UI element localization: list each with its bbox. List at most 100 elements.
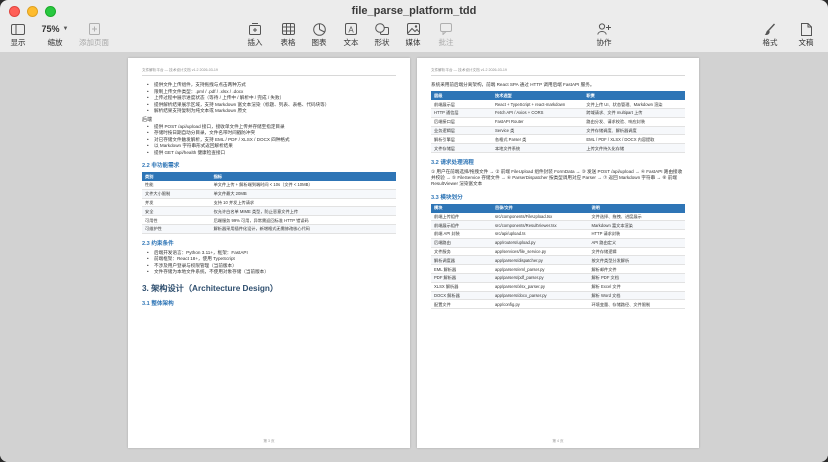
table-cell: EML / PDF / XLSX / DOCX 内容提取: [583, 134, 685, 145]
table-cell: app/parsers/dispatcher.py: [491, 255, 589, 266]
table-header-row: 类别 指标: [142, 172, 396, 181]
table-cell: 文件大小限制: [142, 189, 211, 199]
table-cell: 解析邮件文件: [588, 264, 685, 274]
table-row: 前端展示层 React + TypeScript + react-markdown…: [431, 100, 685, 110]
architecture-layers-table: 层级 技术选型 职责 前端展示层 React + TypeScript + rea…: [431, 91, 685, 153]
insert-label: 插入: [247, 38, 263, 47]
table-cell: 文件上传 UI、状态管理、Markdown 渲染: [583, 100, 685, 110]
fullscreen-window-button[interactable]: [45, 6, 56, 17]
comment-button[interactable]: 批注: [424, 22, 468, 48]
section-heading: 3.2 请求处理流程: [431, 159, 474, 166]
table-cell: PDF 解析器: [431, 273, 492, 283]
table-header-cell: 说明: [588, 203, 685, 213]
collaborate-icon: [597, 22, 611, 36]
table-row: 性能 单文件上传 + 解析端到端时间 < 10s（文件 < 10MB）: [142, 181, 396, 190]
chapter-heading: 3. 架构设计（Architecture Design）: [142, 283, 279, 293]
table-row: 并发 支持 10 并发上传请求: [142, 198, 396, 208]
table-header-cell: 类别: [142, 172, 211, 181]
table-row: 配置文件 app/config.py 环境变量、存储路径、文件限制: [431, 299, 685, 310]
zoom-label: 缩放: [47, 38, 63, 47]
page-3[interactable]: 文件解析平台 — 技术设计文档 v1.2 2026-03-19 提供文件上传组件…: [128, 58, 410, 448]
table-cell: 文件存储调度、解析器调度: [583, 126, 685, 136]
table-cell: Service 类: [491, 126, 584, 136]
pages-window: file_parse_platform_tdd 显示 75% ▼ 缩放 添加页面 …: [0, 0, 828, 462]
table-cell: 解析器采用插件化设计，新增格式无需修改核心代码: [210, 224, 396, 234]
zoom-button[interactable]: 75% ▼ 缩放: [33, 22, 77, 48]
page-number: 第 3 页: [263, 439, 275, 443]
media-icon: [406, 22, 420, 36]
table-cell: app/routers/upload.py: [491, 238, 589, 248]
table-row: 解析引擎层 各格式 Parser 类 EML / PDF / XLSX / DOCX…: [431, 134, 685, 145]
table-cell: 解析 Excel 文件: [588, 282, 685, 292]
document-icon: [800, 22, 812, 36]
list-item: 文件存储为本地文件系统，不使用对象存储（当前版本）: [142, 269, 396, 276]
list-item: 解析结果支持复制为纯文本或 Markdown 原文: [142, 108, 396, 115]
table-header-cell: 技术选型: [491, 91, 584, 101]
page-4[interactable]: 文件解析平台 — 技术设计文档 v1.2 2026-03-19 系统采用前后端分…: [417, 58, 699, 448]
title-bar[interactable]: file_parse_platform_tdd: [0, 0, 828, 22]
table-cell: 文件存储逻辑: [588, 247, 685, 257]
table-cell: EML 解析器: [431, 264, 492, 274]
table-cell: 后端接口层: [431, 117, 492, 127]
nonfunctional-requirements-table: 类别 指标 性能 单文件上传 + 解析端到端时间 < 10s（文件 < 10MB）…: [142, 172, 396, 234]
frontend-requirements-list: 提供文件上传组件，支持拖拽与点击两种方式 限制上传文件类型：.pml / .pd…: [142, 82, 396, 115]
shape-icon: [375, 22, 389, 36]
table-row: 可维护性 解析器采用插件化设计，新增格式无需修改核心代码: [142, 224, 396, 234]
document-canvas[interactable]: 文件解析平台 — 技术设计文档 v1.2 2026-03-19 提供文件上传组件…: [0, 52, 828, 462]
table-cell: 并发: [142, 198, 211, 208]
table-cell: 安全: [142, 206, 211, 217]
table-cell: 性能: [142, 181, 211, 190]
media-label: 媒体: [405, 38, 421, 47]
chart-icon: [312, 22, 326, 36]
table-cell: 上传文件持久化存储: [583, 143, 685, 153]
table-cell: 前端上传组件: [431, 212, 492, 222]
table-cell: DOCX 解析器: [431, 291, 492, 301]
table-row: EML 解析器 app/parsers/eml_parser.py 解析邮件文件: [431, 264, 685, 274]
backend-requirements-list: 提供 POST /api/upload 接口，接收单文件上传并存储至指定目录 存…: [142, 124, 396, 157]
table-header-row: 模块 目录/文件 说明: [431, 203, 685, 213]
format-label: 格式: [762, 38, 778, 47]
table-icon: [281, 22, 295, 36]
table-cell: 后端服务 99% 可用，异常需返回标准 HTTP 错误码: [210, 215, 396, 225]
architecture-intro: 系统采用前后端分离架构，前端 React SPA 通过 HTTP 调用后端 Fa…: [431, 82, 595, 87]
constraints-list: 后端开发语言：Python 3.11+，框架：FastAPI 前端框架：Reac…: [142, 250, 396, 276]
table-cell: Fetch API / Axios + CORS: [491, 108, 584, 118]
sidebar-icon: [11, 22, 25, 36]
table-cell: XLSX 解析器: [431, 282, 492, 292]
add-page-button[interactable]: 添加页面: [72, 22, 116, 48]
table-cell: 解析 Word 文档: [588, 291, 685, 301]
list-item: 提供 GET /api/health 健康检查接口: [142, 150, 396, 157]
section-heading: 3.3 模块划分: [431, 194, 463, 201]
page-header: 文件解析平台 — 技术设计文档 v1.2 2026-03-19: [142, 68, 396, 76]
document-button[interactable]: 文稿: [784, 22, 828, 48]
table-cell: app/parsers/pdf_parser.py: [491, 273, 589, 283]
table-row: 前端展示组件 src/components/ResultViewer.tsx Mar…: [431, 220, 685, 231]
table-cell: Markdown 富文本渲染: [588, 220, 685, 231]
document-label: 文稿: [798, 38, 814, 47]
table-cell: 文件存储层: [431, 143, 492, 153]
minimize-window-button[interactable]: [27, 6, 38, 17]
document-title: file_parse_platform_tdd: [351, 5, 477, 17]
section-heading: 2.2 非功能需求: [142, 163, 180, 169]
svg-text:A: A: [348, 25, 354, 34]
table-cell: 单文件最大 20MB: [210, 189, 396, 199]
table-row: 后端路由 app/routers/upload.py API 路由定义: [431, 238, 685, 248]
table-row: 解析调度器 app/parsers/dispatcher.py 按文件类型分发解析: [431, 255, 685, 266]
table-cell: src/components/ResultViewer.tsx: [491, 220, 589, 231]
comment-label: 批注: [438, 38, 454, 47]
text-box-icon: A: [345, 22, 357, 36]
close-window-button[interactable]: [9, 6, 20, 17]
table-cell: HTTP 请求封装: [588, 229, 685, 239]
table-cell: app/config.py: [491, 299, 589, 310]
table-header-row: 层级 技术选型 职责: [431, 91, 685, 101]
collaborate-button[interactable]: 协作: [582, 22, 626, 48]
table-row: 安全 仅允许白名单 MIME 类型，防止恶意文件上传: [142, 206, 396, 217]
table-cell: src/api/upload.ts: [491, 229, 589, 239]
paintbrush-icon: [764, 22, 776, 36]
table-header-cell: 指标: [210, 172, 396, 181]
table-cell: 前端展示层: [431, 100, 492, 110]
table-row: 文件存储层 本地文件系统 上传文件持久化存储: [431, 143, 685, 153]
table-cell: 解析 PDF 文档: [588, 273, 685, 283]
table-row: DOCX 解析器 app/parsers/docx_parser.py 解析 Wor…: [431, 291, 685, 301]
page-header: 文件解析平台 — 技术设计文档 v1.2 2026-03-19: [431, 68, 685, 76]
